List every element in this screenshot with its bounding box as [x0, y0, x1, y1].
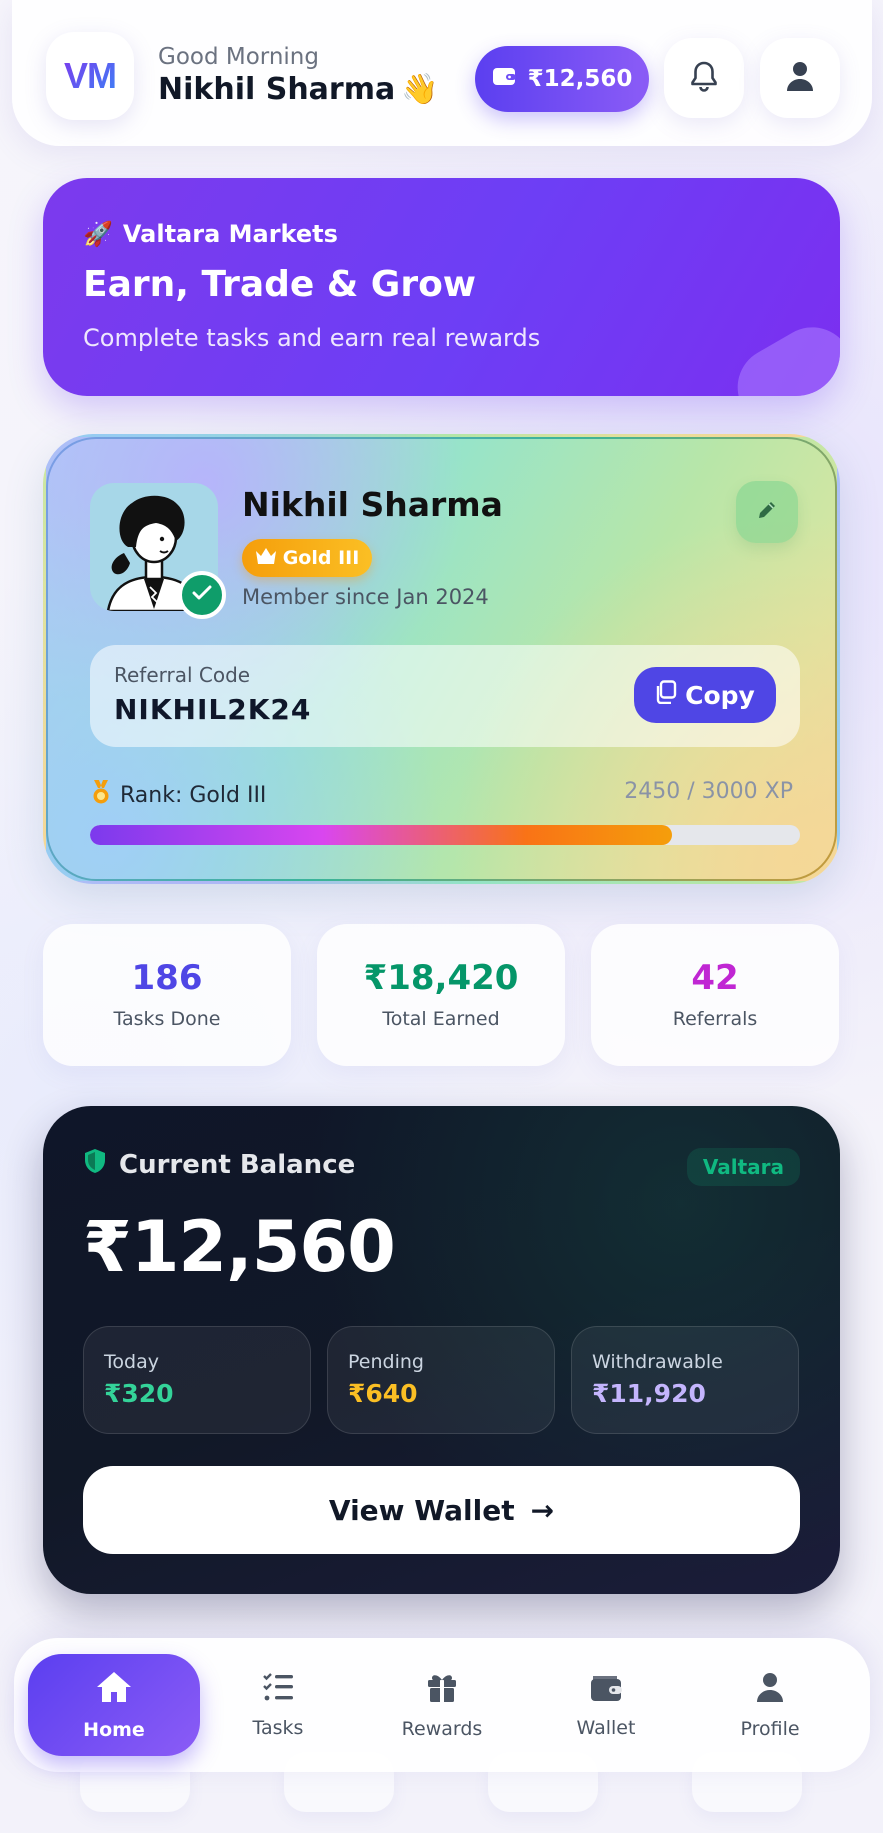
balance-today: Today ₹320	[83, 1326, 311, 1434]
arrow-right-icon: →	[530, 1493, 555, 1527]
top-bar: VM Good Morning Nikhil Sharma 👋 ₹12,560	[12, 0, 872, 146]
nav-label: Home	[83, 1718, 145, 1741]
tasks-icon	[262, 1672, 294, 1707]
nav-label: Wallet	[576, 1716, 636, 1739]
referral-label: Referral Code	[114, 663, 251, 687]
balance-heading-label: Current Balance	[119, 1149, 356, 1180]
notifications-button[interactable]	[664, 38, 744, 118]
user-name: Nikhil Sharma	[158, 72, 396, 107]
gift-icon	[426, 1671, 458, 1708]
wallet-icon	[589, 1672, 623, 1707]
mini-label: Pending	[348, 1351, 424, 1373]
stat-label: Referrals	[672, 1008, 758, 1030]
rank-label: Rank: Gold III	[120, 782, 267, 808]
balance-pill-amount: ₹12,560	[527, 66, 633, 92]
stat-tasks-done[interactable]: 186 Tasks Done	[43, 924, 291, 1066]
mini-label: Today	[104, 1351, 159, 1373]
view-wallet-button[interactable]: View Wallet →	[83, 1466, 800, 1554]
balance-withdrawable: Withdrawable ₹11,920	[571, 1326, 799, 1434]
stat-value: 42	[691, 958, 739, 998]
stat-referrals[interactable]: 42 Referrals	[591, 924, 839, 1066]
profile-card-body: Nikhil Sharma Gold III Member since Jan …	[48, 439, 835, 879]
user-icon	[785, 60, 815, 96]
rank-row: Rank: Gold III	[90, 779, 266, 811]
view-wallet-label: View Wallet	[328, 1493, 515, 1527]
hero-subtitle: Complete tasks and earn real rewards	[83, 324, 541, 352]
stat-total-earned[interactable]: ₹18,420 Total Earned	[317, 924, 565, 1066]
mini-label: Withdrawable	[592, 1351, 723, 1373]
nav-label: Tasks	[252, 1716, 304, 1739]
hero-brand-label: Valtara Markets	[122, 220, 338, 248]
nav-label: Rewards	[401, 1717, 483, 1740]
mini-value: ₹320	[104, 1379, 174, 1408]
balance-card: Current Balance Valtara ₹12,560 Today ₹3…	[43, 1106, 840, 1594]
crown-icon	[255, 547, 277, 570]
balance-heading: Current Balance	[83, 1148, 355, 1181]
balance-amount: ₹12,560	[83, 1206, 396, 1288]
home-icon	[95, 1670, 133, 1709]
nav-label: Profile	[740, 1717, 800, 1740]
bottom-nav: Home Tasks Rewards Wallet Profile	[14, 1638, 870, 1772]
verified-badge	[178, 571, 226, 619]
account-button[interactable]	[760, 38, 840, 118]
check-icon	[192, 585, 212, 605]
stat-value: ₹18,420	[363, 958, 519, 998]
user-icon	[755, 1671, 785, 1708]
xp-progress-bar	[90, 825, 800, 845]
wallet-icon	[492, 66, 516, 92]
hero-banner[interactable]: 🚀 Valtara Markets Earn, Trade & Grow Com…	[43, 178, 840, 396]
balance-pending: Pending ₹640	[327, 1326, 555, 1434]
stat-value: 186	[131, 958, 203, 998]
greeting-text: Good Morning	[158, 44, 319, 70]
member-since: Member since Jan 2024	[242, 585, 489, 609]
tier-badge-label: Gold III	[282, 547, 360, 569]
shield-icon	[83, 1148, 107, 1181]
hero-title: Earn, Trade & Grow	[83, 264, 477, 305]
user-name-heading: Nikhil Sharma 👋	[158, 72, 439, 107]
logo-text: VM	[64, 55, 117, 96]
balance-pill-button[interactable]: ₹12,560	[475, 46, 649, 112]
mini-value: ₹11,920	[592, 1379, 706, 1408]
profile-name: Nikhil Sharma	[242, 485, 503, 524]
brand-tag: Valtara	[686, 1148, 800, 1186]
tier-badge: Gold III	[242, 539, 372, 577]
stat-label: Tasks Done	[113, 1008, 221, 1030]
pencil-icon	[756, 499, 778, 525]
nav-home[interactable]: Home	[28, 1654, 200, 1756]
wave-emoji: 👋	[401, 72, 439, 107]
nav-rewards[interactable]: Rewards	[356, 1654, 528, 1756]
edit-profile-button[interactable]	[736, 481, 798, 543]
medal-icon	[90, 779, 112, 811]
xp-text: 2450 / 3000 XP	[624, 779, 793, 804]
mini-value: ₹640	[348, 1379, 418, 1408]
copy-referral-button[interactable]: Copy	[634, 667, 776, 723]
app-logo[interactable]: VM	[46, 32, 134, 120]
nav-wallet[interactable]: Wallet	[520, 1654, 692, 1756]
referral-code[interactable]: NIKHIL2K24	[114, 693, 311, 726]
hero-decoration	[723, 312, 840, 396]
stat-label: Total Earned	[382, 1008, 500, 1030]
copy-label: Copy	[685, 680, 755, 710]
hero-brand: 🚀 Valtara Markets	[83, 220, 338, 248]
referral-box: Referral Code NIKHIL2K24 Copy	[90, 645, 800, 747]
profile-card: Nikhil Sharma Gold III Member since Jan …	[43, 434, 840, 884]
copy-icon	[655, 680, 677, 710]
nav-tasks[interactable]: Tasks	[192, 1654, 364, 1756]
xp-progress-fill	[90, 825, 673, 845]
bell-icon	[689, 60, 719, 96]
rocket-icon: 🚀	[83, 220, 113, 248]
nav-profile[interactable]: Profile	[684, 1654, 856, 1756]
